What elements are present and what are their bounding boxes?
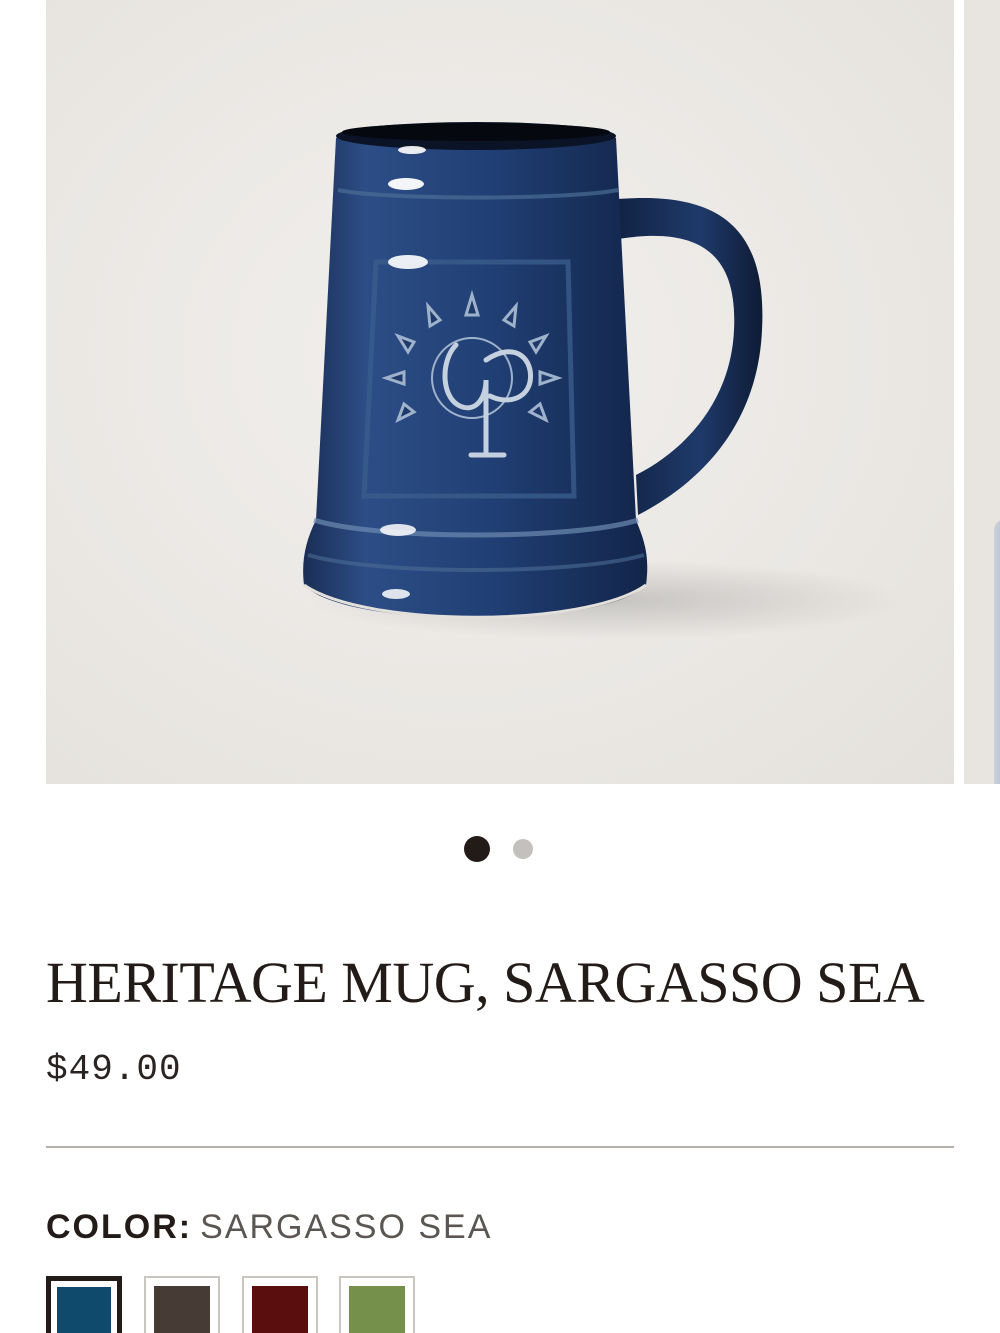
carousel-dot-1[interactable] — [464, 836, 490, 862]
color-swatch-3[interactable] — [242, 1276, 318, 1333]
color-swatch-2[interactable] — [144, 1276, 220, 1333]
color-swatch-4[interactable] — [339, 1276, 415, 1333]
product-price: $49.00 — [46, 1049, 182, 1090]
color-selected-name: SARGASSO SEA — [200, 1208, 493, 1246]
color-swatch-fill — [349, 1286, 405, 1333]
product-image-slide-1[interactable] — [46, 0, 954, 784]
carousel-dot-2[interactable] — [513, 839, 533, 859]
mug-photo — [303, 122, 906, 640]
color-swatch-fill — [154, 1286, 210, 1333]
divider — [46, 1146, 954, 1148]
product-image-slide-2[interactable] — [964, 0, 1000, 784]
carousel-pagination — [0, 836, 1000, 862]
color-swatch-1[interactable] — [46, 1276, 122, 1333]
next-image-peek — [994, 520, 1000, 784]
product-image-carousel[interactable] — [0, 0, 1000, 784]
color-label: COLOR: SARGASSO SEA — [46, 1208, 492, 1247]
color-swatch-fill — [252, 1286, 308, 1333]
color-label-key: COLOR: — [46, 1208, 193, 1246]
color-swatch-fill — [57, 1287, 111, 1333]
product-title: HERITAGE MUG, SARGASSO SEA — [46, 950, 925, 1015]
